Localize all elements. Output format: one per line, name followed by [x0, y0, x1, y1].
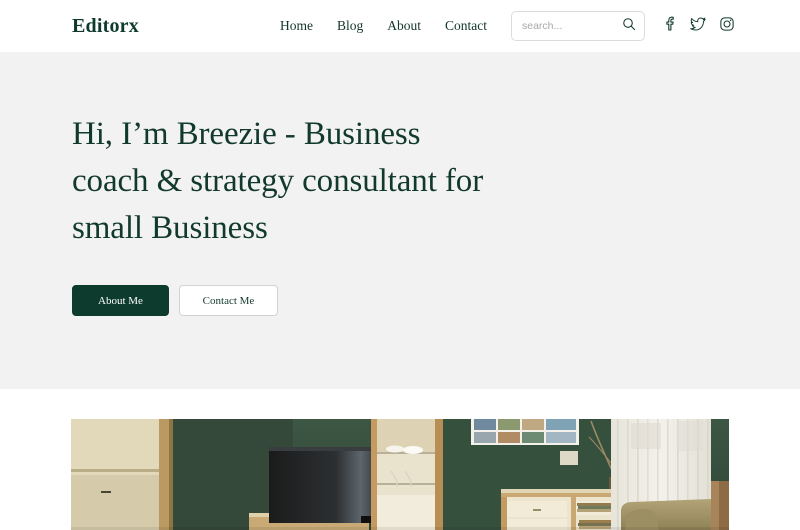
search-input[interactable]: [522, 20, 622, 32]
page-root: Editorx Home Blog About Contact search..…: [0, 0, 800, 530]
hero-photo: [71, 419, 729, 530]
photo-band: [0, 389, 800, 530]
site-logo[interactable]: Editorx: [72, 15, 139, 38]
header-right-cluster: Home Blog About Contact: [280, 11, 734, 41]
search-icon[interactable]: [622, 17, 636, 36]
nav-item-about[interactable]: About: [387, 18, 421, 34]
facebook-icon[interactable]: [663, 16, 676, 36]
nav-item-blog[interactable]: Blog: [337, 18, 363, 34]
nav-item-contact[interactable]: Contact: [445, 18, 487, 34]
main-navigation: Home Blog About Contact: [280, 18, 487, 34]
site-header: Editorx Home Blog About Contact: [0, 0, 800, 52]
room-illustration: [71, 419, 729, 530]
search-box[interactable]: [511, 11, 645, 41]
social-links: [663, 16, 734, 36]
hero-section: Hi, I’m Breezie - Business coach & strat…: [0, 52, 800, 389]
hero-button-group: About Me Contact Me: [72, 285, 728, 316]
contact-me-button[interactable]: Contact Me: [179, 285, 278, 316]
hero-headline: Hi, I’m Breezie - Business coach & strat…: [72, 116, 484, 246]
about-me-button[interactable]: About Me: [72, 285, 169, 316]
instagram-icon[interactable]: [720, 16, 734, 36]
twitter-icon[interactable]: [690, 16, 706, 36]
nav-item-home[interactable]: Home: [280, 18, 313, 34]
